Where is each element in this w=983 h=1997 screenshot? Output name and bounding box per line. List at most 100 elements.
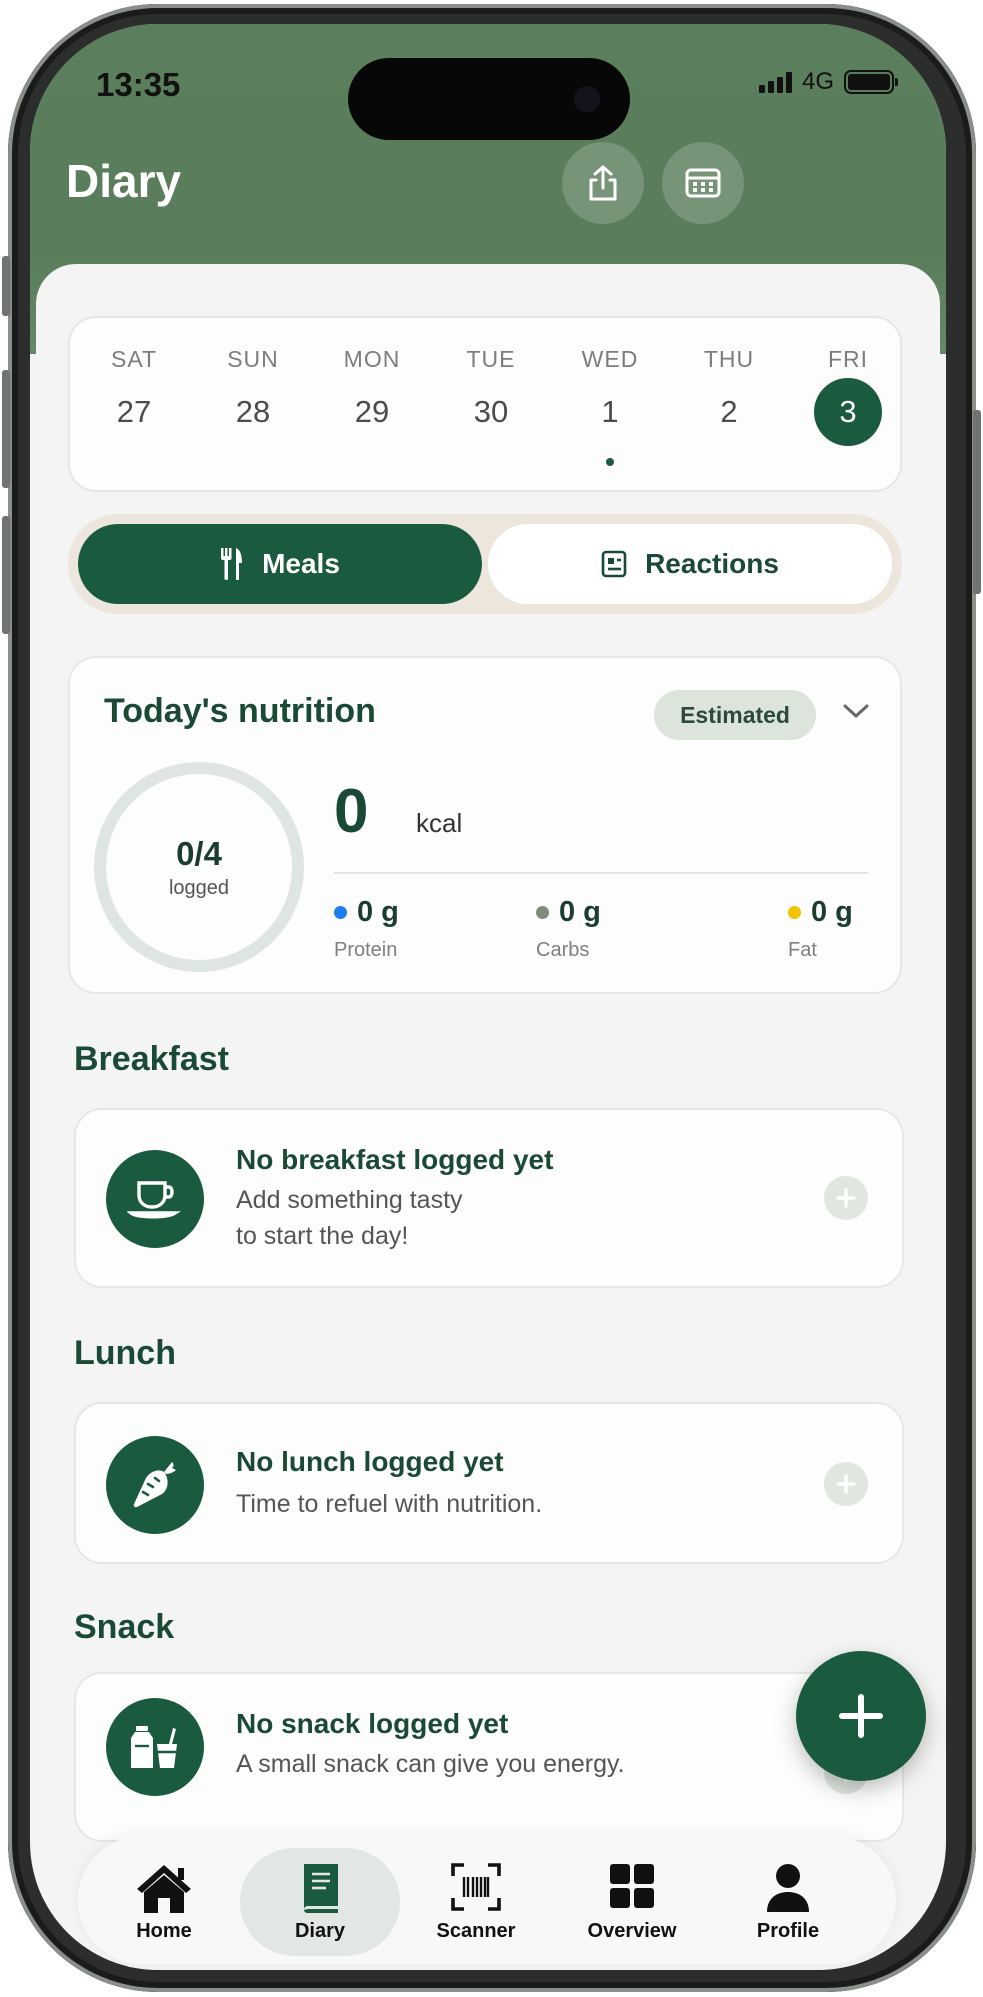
- tab-reactions-label: Reactions: [645, 548, 779, 579]
- share-button[interactable]: [562, 142, 644, 224]
- logged-count: 0/4: [176, 834, 222, 872]
- macro-protein: 0 g Protein: [334, 896, 399, 962]
- day-name: TUE: [466, 346, 516, 372]
- page-title: Diary: [66, 155, 182, 207]
- tab-scanner[interactable]: Scanner: [396, 1848, 556, 1956]
- side-button: [2, 370, 10, 488]
- protein-dot: [334, 906, 347, 919]
- day-number: 29: [354, 394, 390, 429]
- protein-label: Protein: [334, 939, 398, 961]
- day-name: SUN: [227, 346, 279, 372]
- tab-scanner-label: Scanner: [436, 1920, 516, 1942]
- tab-profile-label: Profile: [756, 1920, 820, 1942]
- section-breakfast-title: Breakfast: [74, 1040, 229, 1078]
- estimated-badge: Estimated: [654, 690, 816, 740]
- day-number: 30: [473, 394, 509, 429]
- section-lunch-title: Lunch: [74, 1334, 176, 1372]
- chevron-down-icon[interactable]: [842, 702, 870, 720]
- snack-icon-circle: [106, 1698, 204, 1796]
- tab-reactions[interactable]: Reactions: [488, 524, 892, 604]
- carbs-dot: [536, 906, 549, 919]
- day-name: THU: [703, 346, 755, 372]
- person-icon: [767, 1864, 809, 1912]
- tab-diary-label: Diary: [294, 1920, 346, 1942]
- breakfast-card[interactable]: No breakfast logged yet Add something ta…: [74, 1108, 904, 1288]
- kcal-value: 0: [334, 777, 369, 846]
- day-number: 1: [601, 394, 619, 429]
- logged-label: logged: [168, 876, 230, 899]
- day-number-selected: 3: [814, 378, 882, 446]
- nutrition-card: Today's nutrition Estimated 0/4 logged 0…: [68, 656, 902, 994]
- fat-label: Fat: [788, 939, 817, 961]
- network-label: 4G: [801, 68, 834, 95]
- coffee-cup-icon: [127, 1181, 181, 1219]
- tab-diary[interactable]: Diary: [240, 1848, 400, 1956]
- macro-carbs: 0 g Carbs: [536, 896, 601, 962]
- day-name: SAT: [110, 346, 158, 372]
- add-breakfast-button[interactable]: [824, 1176, 868, 1220]
- macro-fat: 0 g Fat: [788, 896, 853, 962]
- tab-meals[interactable]: Meals: [78, 524, 482, 604]
- status-indicators: 4G: [758, 68, 898, 96]
- nutrition-title: Today's nutrition: [104, 692, 376, 730]
- breakfast-empty-subtitle-2: to start the day!: [236, 1222, 409, 1250]
- status-time: 13:35: [96, 66, 181, 103]
- book-icon: [304, 1864, 338, 1913]
- lunch-card[interactable]: No lunch logged yet Time to refuel with …: [74, 1402, 904, 1564]
- side-button: [2, 256, 10, 316]
- tab-overview[interactable]: Overview: [552, 1848, 712, 1956]
- breakfast-empty-subtitle-1: Add something tasty: [236, 1186, 463, 1214]
- week-strip: SAT 27 SUN 28 MON 29 TUE 30 WED 1 THU 2 …: [68, 316, 902, 492]
- breakfast-icon-circle: [106, 1150, 204, 1248]
- plus-icon: [839, 1694, 883, 1738]
- section-snack-title: Snack: [74, 1608, 175, 1646]
- lunch-empty-subtitle: Time to refuel with nutrition.: [236, 1490, 543, 1518]
- calendar-icon: [685, 168, 721, 198]
- barcode-scan-icon: [451, 1863, 501, 1911]
- dynamic-island: [348, 58, 630, 140]
- side-button: [2, 516, 10, 634]
- add-entry-fab[interactable]: [796, 1651, 926, 1781]
- kcal-unit: kcal: [416, 808, 463, 838]
- tab-overview-label: Overview: [587, 1920, 677, 1942]
- home-icon: [137, 1865, 191, 1913]
- add-lunch-button[interactable]: [824, 1462, 868, 1506]
- fat-value: 0 g: [811, 896, 853, 928]
- breakfast-empty-title: No breakfast logged yet: [236, 1144, 554, 1175]
- bottom-tab-bar: Home Diary Scanner Overview Profile: [78, 1836, 896, 1964]
- fat-dot: [788, 906, 801, 919]
- logged-indicator-dot: [606, 458, 614, 466]
- carbs-label: Carbs: [536, 939, 590, 961]
- day-number: 2: [720, 394, 738, 429]
- logged-progress-ring: 0/4 logged: [94, 762, 304, 972]
- tab-home-label: Home: [136, 1920, 192, 1942]
- app-screen: 13:35 4G Diary SAT 27 SUN 28 MON 29 TUE …: [30, 24, 946, 1970]
- carrot-icon: [133, 1462, 176, 1508]
- tab-meals-label: Meals: [262, 548, 340, 579]
- plus-icon: [836, 1188, 856, 1208]
- day-name: MON: [343, 346, 401, 372]
- side-button: [973, 410, 981, 594]
- carbs-value: 0 g: [559, 896, 601, 928]
- protein-value: 0 g: [357, 896, 399, 928]
- day-number: 28: [235, 394, 271, 429]
- fork-knife-icon: [221, 548, 243, 580]
- grid-icon: [610, 1864, 654, 1908]
- divider: [334, 872, 868, 874]
- tab-home[interactable]: Home: [84, 1848, 244, 1956]
- tab-profile[interactable]: Profile: [708, 1848, 868, 1956]
- camera-icon: [574, 86, 600, 112]
- day-name: FRI: [827, 346, 869, 372]
- snack-empty-title: No snack logged yet: [236, 1708, 509, 1739]
- view-toggle: Meals Reactions: [68, 514, 902, 614]
- snack-card[interactable]: No snack logged yet A small snack can gi…: [74, 1672, 904, 1842]
- battery-icon: [844, 70, 898, 94]
- signal-icon: [758, 71, 792, 93]
- day-name: WED: [581, 346, 639, 372]
- snack-icon: [131, 1726, 177, 1768]
- snack-empty-subtitle: A small snack can give you energy.: [236, 1750, 625, 1778]
- share-icon: [589, 165, 617, 201]
- calendar-button[interactable]: [662, 142, 744, 224]
- report-icon: [601, 550, 627, 578]
- lunch-icon-circle: [106, 1436, 204, 1534]
